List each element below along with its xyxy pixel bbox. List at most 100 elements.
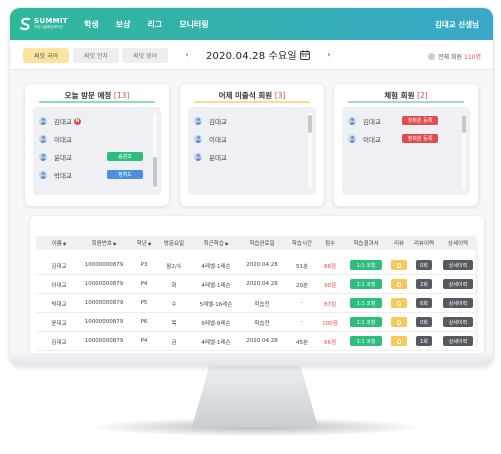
person-icon	[39, 135, 47, 143]
review-count-button[interactable]: 2회	[416, 279, 432, 289]
monitor-frame: SUMMIT 써밋스쿨에듀케이션 학생 보상 리그 모니터링 김대교 선생님 써…	[10, 8, 493, 365]
header-visit-day: 방문요일	[163, 241, 185, 247]
nav-item-league[interactable]: 리그	[147, 19, 162, 30]
review-count-button[interactable]: 0회	[416, 260, 432, 270]
nav-item-monitoring[interactable]: 모니터링	[179, 19, 208, 30]
trial-item[interactable]: 이대교	[348, 134, 381, 144]
trial-scrollbar[interactable]	[462, 113, 466, 189]
cell-study-time: -	[301, 319, 303, 325]
header-member-id[interactable]: 회원번호◆	[92, 239, 117, 247]
teacher-name[interactable]: 김대교 선생님	[435, 19, 479, 30]
detail-history-button[interactable]: 상세이력	[443, 336, 473, 346]
detail-history-button[interactable]: 상세이력	[443, 317, 473, 327]
table-row[interactable]: 김대교 10000000879 P4 금 4레벨-1레슨 2020.04.28 …	[36, 332, 476, 351]
calendar-icon[interactable]	[299, 49, 310, 60]
detail-history-button[interactable]: 상세이력	[443, 298, 473, 308]
visit-item[interactable]: 박대교	[39, 170, 72, 180]
cell-recent-study: 5레벨-16레슨	[199, 302, 233, 308]
header-recent-study[interactable]: 최근학습◆	[204, 239, 229, 247]
lightbulb-icon	[397, 319, 401, 325]
coaching-button[interactable]: 1:1 코칭	[350, 298, 382, 308]
lightbulb-icon	[397, 338, 401, 344]
tab-summit-hanja[interactable]: 써밋 한자	[73, 48, 119, 63]
absent-card: 어제 미출석 회원 [3] 김대교 이대교 윤대교	[180, 84, 324, 206]
detail-history-button[interactable]: 상세이력	[443, 279, 473, 289]
register-member-button[interactable]: 정회원 등록	[402, 116, 438, 125]
visit-item[interactable]: 김대교 N	[39, 116, 81, 126]
cell-complete-date: 2020.04.28	[246, 262, 278, 268]
visit-scrollbar[interactable]	[153, 113, 157, 189]
cell-recent-study: 4레벨-1레슨	[201, 340, 231, 346]
review-count-button[interactable]: 1회	[416, 336, 432, 346]
visit-item[interactable]: 윤대교	[39, 152, 72, 162]
absent-scrollbar[interactable]	[308, 113, 312, 189]
review-count-button[interactable]: 0회	[416, 317, 432, 327]
cell-name: 이대교	[51, 283, 67, 289]
coaching-button[interactable]: 1:1 코칭	[350, 336, 382, 346]
monitor-bezel	[10, 353, 493, 365]
header-score: 점수	[324, 241, 336, 247]
review-button[interactable]	[391, 279, 407, 289]
prev-date-button[interactable]: ‹	[182, 50, 192, 59]
review-button[interactable]	[391, 336, 407, 346]
trial-scroll-thumb[interactable]	[462, 115, 466, 133]
absent-item[interactable]: 김대교	[194, 116, 227, 126]
review-count-button[interactable]: 6회	[416, 298, 432, 308]
review-button[interactable]	[391, 298, 407, 308]
absent-count: [3]	[274, 91, 286, 100]
cell-study-time: -	[301, 300, 303, 306]
status-chip[interactable]: 숨원조	[107, 152, 143, 161]
trial-underline	[348, 101, 464, 103]
visit-scroll-thumb[interactable]	[153, 157, 157, 187]
cell-score: 86점	[323, 340, 337, 346]
monitor-stand	[192, 365, 318, 427]
table-row[interactable]: 박대교 10000000879 P5 수 5레벨-16레슨 학습전 - 87점 …	[36, 294, 476, 313]
visit-item[interactable]: 이대교	[39, 134, 72, 144]
trial-item[interactable]: 김대교	[348, 116, 381, 126]
cell-complete-date: 학습전	[254, 321, 270, 327]
brand-subtitle: 써밋스쿨에듀케이션	[34, 25, 63, 30]
absent-item[interactable]: 이대교	[194, 134, 227, 144]
cell-visit-day: 월2/수	[166, 264, 182, 270]
next-date-button[interactable]: ›	[324, 50, 334, 59]
visit-underline	[39, 101, 155, 103]
cell-score: 90점	[323, 283, 337, 289]
person-icon	[194, 153, 202, 161]
header-name[interactable]: 이름◆	[52, 239, 67, 247]
cell-visit-day: 금	[171, 340, 177, 346]
header-study-time: 학습시간	[291, 241, 313, 247]
detail-history-button[interactable]: 상세이력	[443, 260, 473, 270]
coaching-button[interactable]: 1:1 코칭	[350, 317, 382, 327]
sort-icon: ◆	[224, 242, 229, 247]
nav-item-students[interactable]: 학생	[84, 19, 99, 30]
app-screen: SUMMIT 써밋스쿨에듀케이션 학생 보상 리그 모니터링 김대교 선생님 써…	[10, 8, 493, 353]
coaching-button[interactable]: 1:1 코칭	[350, 279, 382, 289]
table-row[interactable]: 김대교 10000000879 P3 월2/수 4레벨-1레슨 2020.04.…	[36, 256, 476, 275]
header-grade[interactable]: 학년◆	[137, 239, 152, 247]
register-member-button[interactable]: 정회원 등록	[402, 134, 438, 143]
person-icon	[39, 171, 47, 179]
visit-card-title: 오늘 방문 예정 [13]	[25, 90, 169, 101]
cell-grade: P5	[140, 300, 148, 306]
tab-summit-english[interactable]: 써밋 영어	[122, 48, 168, 63]
review-button[interactable]	[391, 317, 407, 327]
current-date: 2020.04.28 수요일	[206, 51, 297, 62]
table-scrollbar[interactable]	[475, 238, 478, 348]
table-row[interactable]: 이대교 10000000879 P4 화 4레벨-1레슨 2020.04.28 …	[36, 275, 476, 294]
coaching-button[interactable]: 1:1 코칭	[350, 260, 382, 270]
absent-item[interactable]: 윤대교	[194, 152, 227, 162]
cell-name: 김대교	[51, 340, 67, 346]
cell-grade: P3	[140, 262, 148, 268]
review-button[interactable]	[391, 260, 407, 270]
cell-member-id: 10000000879	[84, 281, 124, 287]
absent-underline	[194, 101, 310, 103]
table-row[interactable]: 윤대교 10000000879 P6 목 6레벨-8레슨 학습전 - 100점 …	[36, 313, 476, 332]
person-name: 이대교	[209, 136, 227, 144]
cell-complete-date: 2020.04.28	[246, 338, 278, 344]
nav-item-rewards[interactable]: 보상	[116, 19, 131, 30]
tab-summit-korean[interactable]: 써밋 국어	[23, 48, 69, 63]
cell-member-id: 10000000879	[84, 300, 124, 306]
status-chip[interactable]: 정취도	[107, 170, 143, 179]
absent-scroll-thumb[interactable]	[308, 115, 312, 133]
brand-logo[interactable]: SUMMIT 써밋스쿨에듀케이션	[20, 17, 80, 31]
